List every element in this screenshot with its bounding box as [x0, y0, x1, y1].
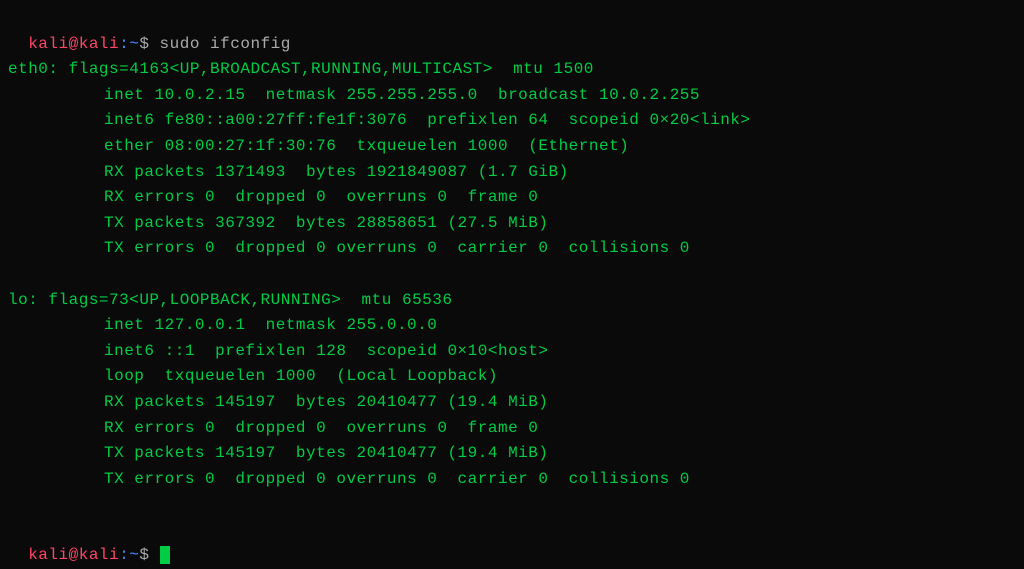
prompt-sep: : [119, 35, 129, 53]
prompt-user: kali [28, 35, 68, 53]
command-text[interactable]: sudo ifconfig [160, 35, 291, 53]
lo-header: lo: flags=73<UP,LOOPBACK,RUNNING> mtu 65… [8, 288, 1016, 314]
eth0-inet6: inet6 fe80::a00:27ff:fe1f:3076 prefixlen… [8, 108, 1016, 134]
eth0-rx-errors: RX errors 0 dropped 0 overruns 0 frame 0 [8, 185, 1016, 211]
lo-rx-errors: RX errors 0 dropped 0 overruns 0 frame 0 [8, 416, 1016, 442]
prompt-at: @ [69, 35, 79, 53]
prompt-at-2: @ [69, 546, 79, 564]
lo-inet: inet 127.0.0.1 netmask 255.0.0.0 [8, 313, 1016, 339]
prompt-host-2: kali [79, 546, 119, 564]
prompt-path: ~ [129, 35, 139, 53]
lo-loop: loop txqueuelen 1000 (Local Loopback) [8, 364, 1016, 390]
prompt-host: kali [79, 35, 119, 53]
prompt-path-2: ~ [129, 546, 139, 564]
prompt-sep-2: : [119, 546, 129, 564]
lo-inet6: inet6 ::1 prefixlen 128 scopeid 0×10<hos… [8, 339, 1016, 365]
blank-line-1 [8, 262, 1016, 288]
prompt-line-1: kali@kali:~$ sudo ifconfig [8, 6, 1016, 57]
prompt-dollar-2: $ [139, 546, 159, 564]
eth0-ether: ether 08:00:27:1f:30:76 txqueuelen 1000 … [8, 134, 1016, 160]
eth0-header: eth0: flags=4163<UP,BROADCAST,RUNNING,MU… [8, 57, 1016, 83]
lo-tx-errors: TX errors 0 dropped 0 overruns 0 carrier… [8, 467, 1016, 493]
eth0-inet: inet 10.0.2.15 netmask 255.255.255.0 bro… [8, 83, 1016, 109]
cursor-icon[interactable] [160, 546, 170, 564]
eth0-rx-packets: RX packets 1371493 bytes 1921849087 (1.7… [8, 160, 1016, 186]
lo-rx-packets: RX packets 145197 bytes 20410477 (19.4 M… [8, 390, 1016, 416]
eth0-tx-packets: TX packets 367392 bytes 28858651 (27.5 M… [8, 211, 1016, 237]
prompt-dollar: $ [139, 35, 159, 53]
lo-tx-packets: TX packets 145197 bytes 20410477 (19.4 M… [8, 441, 1016, 467]
blank-line-2 [8, 492, 1016, 518]
prompt-user-2: kali [28, 546, 68, 564]
prompt-line-2: kali@kali:~$ [8, 518, 1016, 569]
eth0-tx-errors: TX errors 0 dropped 0 overruns 0 carrier… [8, 236, 1016, 262]
